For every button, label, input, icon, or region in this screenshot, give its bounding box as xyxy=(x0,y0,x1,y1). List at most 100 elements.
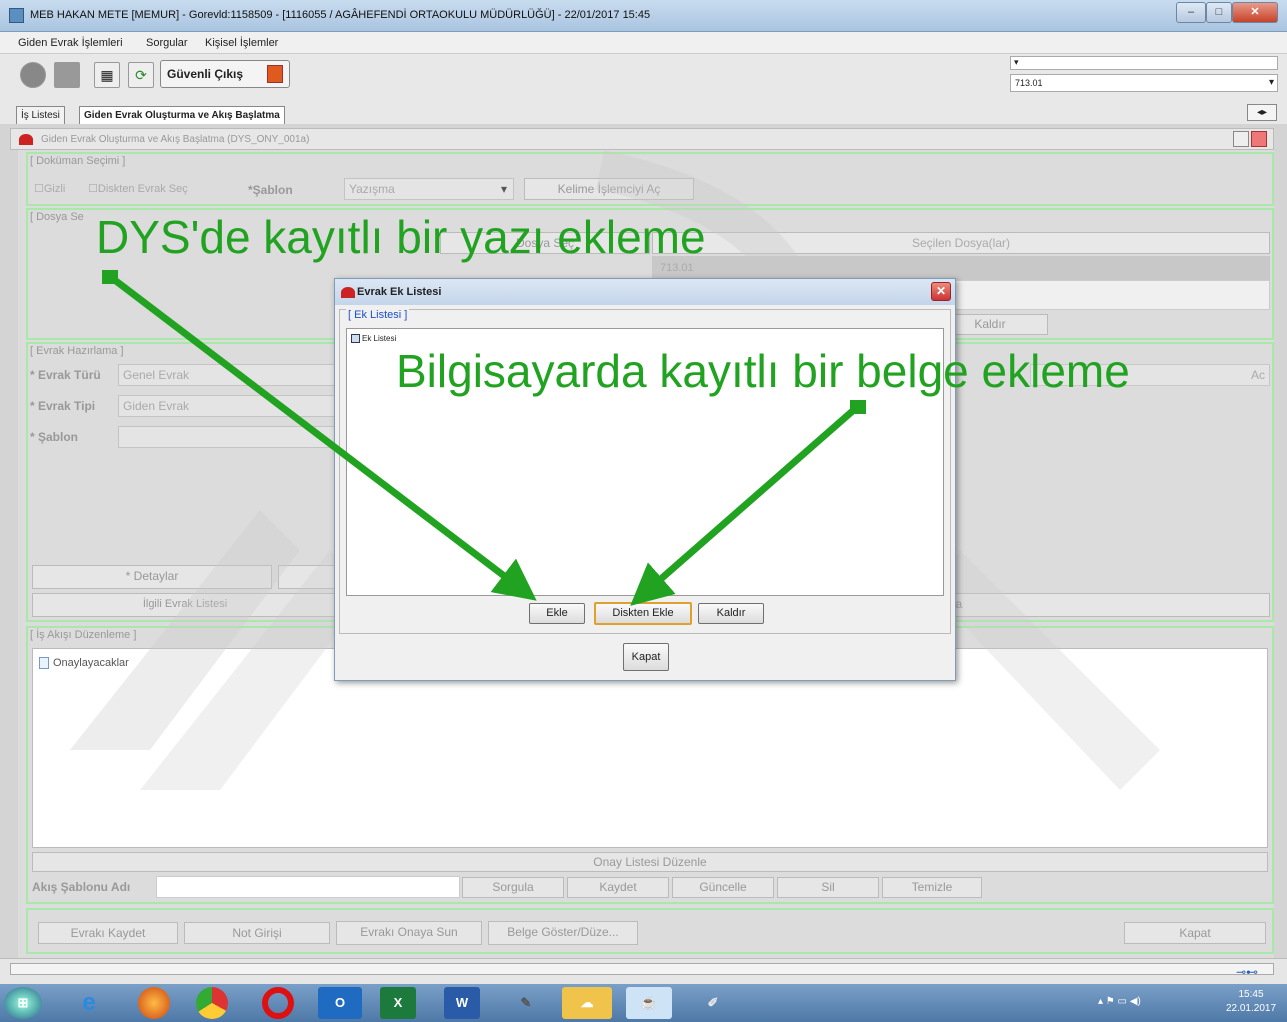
not-girisi-button[interactable]: Not Girişi xyxy=(184,922,330,944)
tab-nav-arrows-icon[interactable]: ◂▸ xyxy=(1247,104,1277,121)
taskbar-firefox-icon[interactable] xyxy=(138,987,170,1019)
selected-file-row[interactable]: 713.01 xyxy=(652,256,1270,280)
refresh-icon[interactable]: ⟳ xyxy=(128,62,154,88)
menu-kisisel[interactable]: Kişisel İşlemler xyxy=(205,37,278,49)
taskbar-paint-icon[interactable]: ✎ xyxy=(506,987,546,1019)
tab-strip: İş Listesi Giden Evrak Oluşturma ve Akış… xyxy=(0,100,1287,124)
dialog-title: Evrak Ek Listesi xyxy=(357,286,442,298)
menu-giden-evrak[interactable]: Giden Evrak İşlemleri xyxy=(18,37,123,49)
taskbar-draw-icon[interactable]: ✐ xyxy=(690,987,736,1019)
doc-select-legend: [ Doküman Seçimi ] xyxy=(30,155,126,167)
bottom-actions: Evrakı Kaydet Not Girişi Evrakı Onaya Su… xyxy=(26,908,1274,954)
sablon-label: *Şablon xyxy=(248,183,293,197)
temizle-button[interactable]: Temizle xyxy=(882,877,982,898)
belge-goster-button[interactable]: Belge Göster/Düze... xyxy=(488,921,638,945)
taskbar-word-icon[interactable]: W xyxy=(444,987,480,1019)
akis-sablonu-label: Akış Şablonu Adı xyxy=(32,880,131,894)
inner-frame-title: Giden Evrak Oluşturma ve Akış Başlatma (… xyxy=(41,134,310,145)
grid-icon[interactable] xyxy=(54,62,80,88)
stop-icon[interactable] xyxy=(20,62,46,88)
evrak-ek-dialog: Evrak Ek Listesi ✕ [ Ek Listesi ] Ek Lis… xyxy=(334,278,956,681)
clock-time: 15:45 xyxy=(1238,989,1264,1000)
toolbar: ▦ ⟳ Güvenli Çıkış ▾ 713.01 ▾ xyxy=(0,54,1287,100)
evraki-kaydet-button[interactable]: Evrakı Kaydet xyxy=(38,922,178,944)
onay-listesi-button[interactable]: Onay Listesi Düzenle xyxy=(32,852,1268,872)
annotation-bilgisayar: Bilgisayarda kayıtlı bir belge ekleme xyxy=(396,345,1130,397)
tab-is-listesi[interactable]: İş Listesi xyxy=(16,106,65,124)
onaya-sun-button[interactable]: Evrakı Onaya Sun xyxy=(336,921,482,945)
tree-root-ek-listesi[interactable]: Ek Listesi xyxy=(351,334,396,344)
taskbar-opera-icon[interactable] xyxy=(262,987,294,1019)
safe-exit-label: Güvenli Çıkış xyxy=(167,67,244,81)
menu-sorgular[interactable]: Sorgular xyxy=(146,37,188,49)
ilgili-evrak-button[interactable]: İlgili Evrak Listesi xyxy=(32,593,338,617)
taskbar-excel-icon[interactable]: X xyxy=(380,987,416,1019)
status-bar: ⊸⊷ xyxy=(0,958,1287,984)
workflow-legend: [ İş Akışı Düzenleme ] xyxy=(30,629,137,641)
code-select[interactable]: 713.01 ▾ xyxy=(1010,74,1278,92)
evrak-turu-field[interactable]: Genel Evrak xyxy=(118,364,344,386)
word-processor-button[interactable]: Kelime İşlemciyi Aç xyxy=(524,178,694,200)
evrak-sablon-label: * Şablon xyxy=(30,430,79,444)
tray-icons[interactable]: ▴ ⚑ ▭ ◀) xyxy=(1098,996,1141,1007)
evrak-tipi-label: * Evrak Tipi xyxy=(30,399,96,413)
file-select-legend: [ Dosya Se xyxy=(30,211,84,223)
guncelle-button[interactable]: Güncelle xyxy=(672,877,774,898)
evrak-sablon-field[interactable] xyxy=(118,426,344,448)
dialog-kapat-button[interactable]: Kapat xyxy=(623,643,669,671)
taskbar: ⊞ e O X W ✎ ☁ ☕ ✐ ▴ ⚑ ▭ ◀) 15:45 22.01.2… xyxy=(0,984,1287,1022)
taskbar-chrome-icon[interactable] xyxy=(196,987,228,1019)
colors-icon[interactable]: ▦ xyxy=(94,62,120,88)
frame-controls-icon[interactable] xyxy=(1233,131,1269,148)
details-button[interactable]: * Detaylar xyxy=(32,565,272,589)
evrak-right-button-2[interactable]: la xyxy=(948,593,1270,617)
app-icon xyxy=(9,8,24,23)
selected-files-header: Seçilen Dosya(lar) xyxy=(652,232,1270,254)
dialog-close-icon[interactable]: ✕ xyxy=(931,282,951,301)
start-button[interactable]: ⊞ xyxy=(4,987,42,1019)
maximize-button[interactable]: □ xyxy=(1206,2,1232,23)
system-clock[interactable]: 15:45 22.01.2017 xyxy=(1221,988,1281,1016)
meb-logo-icon xyxy=(19,134,33,145)
taskbar-cloud-icon[interactable]: ☁ xyxy=(562,987,612,1019)
folder-icon xyxy=(351,334,360,344)
gizli-checkbox[interactable]: ☐Gizli xyxy=(34,182,65,195)
inner-frame-titlebar: Giden Evrak Oluşturma ve Akış Başlatma (… xyxy=(10,128,1274,150)
window-titlebar: MEB HAKAN METE [MEMUR] - Gorevld:1158509… xyxy=(0,0,1287,32)
doc-select-group: [ Doküman Seçimi ] ☐Gizli ☐Diskten Evrak… xyxy=(26,152,1274,206)
safe-exit-button[interactable]: Güvenli Çıkış xyxy=(160,60,290,88)
kaldir-button[interactable]: Kaldır xyxy=(698,603,764,624)
tab-giden-evrak[interactable]: Giden Evrak Oluşturma ve Akış Başlatma xyxy=(79,106,285,124)
evrak-legend: [ Evrak Hazırlama ] xyxy=(30,345,124,357)
annotation-dys: DYS'de kayıtlı bir yazı ekleme xyxy=(96,211,706,263)
diskten-ekle-button[interactable]: Diskten Ekle xyxy=(594,602,692,625)
form-kapat-button[interactable]: Kapat xyxy=(1124,922,1266,944)
details-button-2[interactable] xyxy=(278,565,338,589)
kaydet-button[interactable]: Kaydet xyxy=(567,877,669,898)
sil-button[interactable]: Sil xyxy=(777,877,879,898)
evrak-tipi-field[interactable]: Giden Evrak xyxy=(118,395,344,417)
status-field xyxy=(10,963,1274,975)
sablon-select[interactable]: Yazışma ▾ xyxy=(344,178,514,200)
diskten-checkbox[interactable]: ☐Diskten Evrak Seç xyxy=(88,182,188,195)
document-icon xyxy=(39,657,49,670)
close-button[interactable]: ✕ xyxy=(1232,2,1278,23)
minimize-button[interactable]: – xyxy=(1176,2,1206,23)
taskbar-ie-icon[interactable]: e xyxy=(62,987,116,1019)
dialog-titlebar: Evrak Ek Listesi ✕ xyxy=(335,279,955,305)
exit-door-icon xyxy=(267,65,283,83)
taskbar-java-icon[interactable]: ☕ xyxy=(626,987,672,1019)
ek-listesi-legend: [ Ek Listesi ] xyxy=(346,309,410,321)
menu-bar: Giden Evrak İşlemleri Sorgular Kişisel İ… xyxy=(0,32,1287,54)
sorgula-button[interactable]: Sorgula xyxy=(462,877,564,898)
code-field-top[interactable]: ▾ xyxy=(1010,56,1278,70)
window-title: MEB HAKAN METE [MEMUR] - Gorevld:1158509… xyxy=(30,9,651,21)
connection-icon: ⊸⊷ xyxy=(1236,965,1259,979)
akis-sablonu-input[interactable] xyxy=(156,876,460,898)
evrak-turu-label: * Evrak Türü xyxy=(30,368,101,382)
clock-date: 22.01.2017 xyxy=(1225,1003,1277,1014)
ekle-button[interactable]: Ekle xyxy=(529,603,585,624)
taskbar-outlook-icon[interactable]: O xyxy=(318,987,362,1019)
tree-node-onaylayacaklar[interactable]: Onaylayacaklar xyxy=(39,657,129,670)
chevron-down-icon: ▾ xyxy=(1268,77,1274,88)
